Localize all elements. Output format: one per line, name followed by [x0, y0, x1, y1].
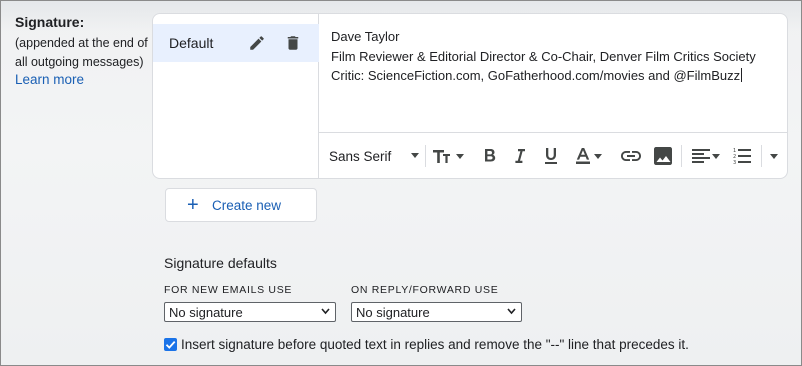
- signature-editor[interactable]: Dave Taylor Film Reviewer & Editorial Di…: [319, 14, 787, 132]
- create-new-button[interactable]: + Create new: [165, 188, 317, 222]
- chevron-down-icon: [456, 153, 464, 159]
- delete-signature-button[interactable]: [280, 30, 306, 56]
- insert-image-button[interactable]: [651, 145, 675, 167]
- signature-defaults-title: Signature defaults: [164, 255, 277, 271]
- text-cursor: [741, 68, 743, 82]
- signature-heading: Signature:: [15, 14, 85, 30]
- font-family-select[interactable]: Sans Serif: [329, 145, 419, 167]
- text-color-button[interactable]: [571, 145, 605, 167]
- text-color-icon: [576, 148, 590, 164]
- settings-panel: Signature: (appended at the end of all o…: [0, 0, 802, 366]
- checkmark-icon: [165, 340, 176, 349]
- bold-icon: [485, 149, 496, 162]
- toolbar-divider: [761, 145, 762, 167]
- edit-signature-button[interactable]: [244, 30, 270, 56]
- chevron-down-icon: [712, 153, 720, 159]
- signature-description: (appended at the end of all outgoing mes…: [15, 36, 148, 69]
- formatting-toolbar: Sans Serif 1 2 3: [319, 132, 787, 178]
- bold-button[interactable]: [479, 145, 501, 167]
- signature-line-1: Dave Taylor: [331, 29, 400, 44]
- font-family-label: Sans Serif: [329, 148, 392, 164]
- chevron-down-icon: [321, 308, 330, 315]
- reply-forward-signature-select[interactable]: No signature: [351, 302, 522, 322]
- align-icon: [692, 149, 710, 163]
- toolbar-divider: [681, 145, 682, 167]
- chevron-down-icon: [594, 153, 602, 159]
- plus-icon: +: [187, 194, 199, 216]
- learn-more-link[interactable]: Learn more: [15, 72, 84, 87]
- more-formatting-button[interactable]: [765, 145, 783, 167]
- new-emails-select-value: No signature: [169, 305, 243, 320]
- numbered-list-button[interactable]: 1 2 3: [729, 145, 755, 167]
- font-size-icon: [433, 150, 450, 163]
- numbered-list-icon: 1 2 3: [733, 148, 751, 165]
- trash-icon: [287, 36, 299, 50]
- insert-signature-checkbox[interactable]: [164, 338, 177, 351]
- signature-card: Default Dave Taylor Film Reviewer & Edit…: [152, 13, 788, 179]
- image-icon: [654, 147, 672, 165]
- create-new-label: Create new: [212, 198, 282, 213]
- italic-icon: [515, 149, 525, 163]
- align-button[interactable]: [689, 145, 723, 167]
- italic-button[interactable]: [509, 145, 531, 167]
- link-icon: [621, 151, 641, 161]
- font-size-button[interactable]: [431, 145, 465, 167]
- new-emails-label: FOR NEW EMAILS USE: [164, 284, 293, 296]
- signature-list: Default: [153, 14, 319, 178]
- signature-line-2: Film Reviewer & Editorial Director & Co-…: [331, 48, 756, 64]
- reply-forward-select-value: No signature: [356, 305, 430, 320]
- insert-link-button[interactable]: [619, 145, 643, 167]
- signature-item-default[interactable]: Default: [153, 24, 319, 62]
- signature-line-3: Critic: ScienceFiction.com, GoFatherhood…: [331, 68, 741, 83]
- underline-button[interactable]: [539, 145, 563, 167]
- toolbar-divider: [425, 145, 426, 167]
- signature-item-label: Default: [169, 35, 214, 51]
- more-formatting-icon: [770, 153, 778, 159]
- underline-icon: [545, 148, 557, 164]
- chevron-down-icon: [507, 308, 516, 315]
- insert-signature-label: Insert signature before quoted text in r…: [181, 337, 689, 352]
- svg-text:3: 3: [733, 160, 736, 165]
- new-emails-signature-select[interactable]: No signature: [164, 302, 336, 322]
- chevron-down-icon: [411, 153, 419, 158]
- pencil-icon: [250, 36, 264, 50]
- reply-forward-label: ON REPLY/FORWARD USE: [351, 284, 499, 296]
